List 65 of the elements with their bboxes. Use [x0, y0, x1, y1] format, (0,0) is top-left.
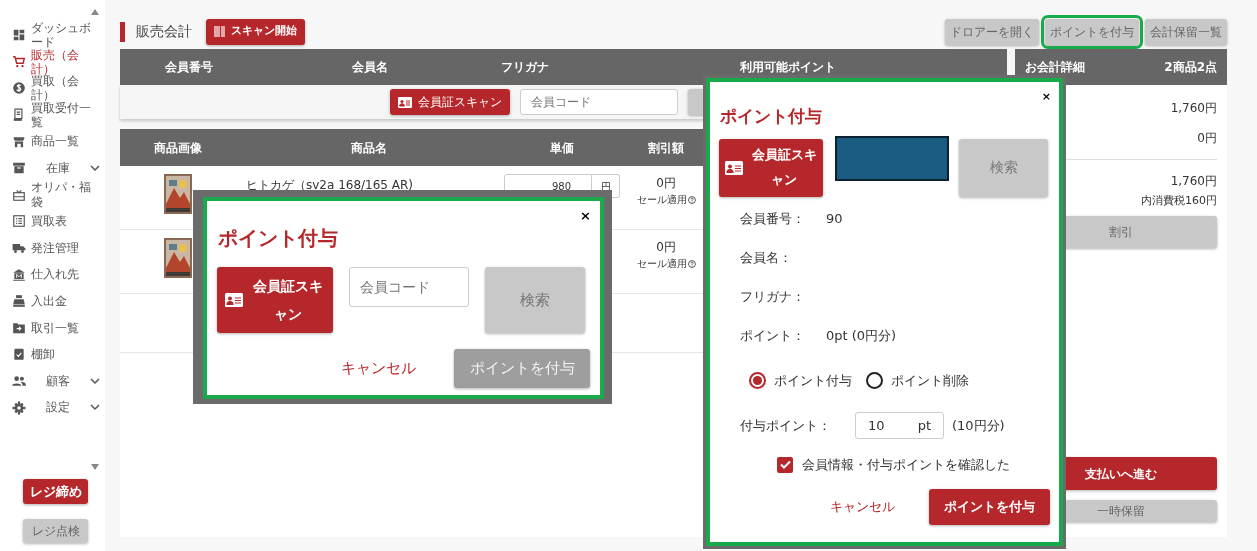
sidebar-item[interactable]: 販売（会計）: [0, 48, 100, 76]
page-title: 販売会計: [136, 22, 192, 41]
close-register-button[interactable]: レジ締め: [23, 479, 88, 504]
cancel-button[interactable]: キャンセル: [335, 356, 422, 381]
sidebar-item[interactable]: 棚卸: [0, 341, 100, 368]
radio-label: ポイント付与: [774, 371, 852, 390]
item-count: 2商品2点: [1164, 59, 1217, 76]
discount-amount: 0円: [656, 175, 676, 192]
sidebar-item[interactable]: 買取受付一覧: [0, 101, 100, 129]
field-label: 会員番号：: [740, 209, 806, 228]
points-note: (10円分): [952, 416, 1005, 435]
dialog-title: ポイント付与: [720, 105, 823, 128]
amount-value: 0円: [1196, 130, 1217, 147]
column-header: 単価: [549, 139, 575, 157]
total-value: 1,760円: [1169, 173, 1217, 190]
radio-label: ポイント削除: [891, 371, 969, 390]
search-button: 検索: [959, 138, 1048, 197]
scan-start-button[interactable]: スキャン開始: [206, 18, 305, 45]
grant-points-button[interactable]: ポイントを付与: [929, 488, 1050, 525]
cancel-button[interactable]: キャンセル: [824, 495, 901, 518]
field-label: ポイント：: [740, 326, 806, 345]
column-header: 会員番号: [164, 59, 214, 76]
discount-amount: 0円: [656, 239, 676, 256]
sidebar-item[interactable]: 取引一覧: [0, 314, 100, 342]
amount-value: 1,760円: [1169, 100, 1217, 117]
member-card-scan-button[interactable]: 会員証スキャン: [217, 267, 333, 333]
column-header: 割引額: [647, 139, 685, 157]
column-header: 会員名: [351, 59, 389, 76]
member-code-field[interactable]: 会員コード: [520, 89, 678, 115]
field-label: 会員名：: [740, 248, 793, 267]
points-field[interactable]: 10 pt: [855, 412, 944, 439]
sidebar-item[interactable]: ダッシュボード: [0, 22, 100, 49]
field-label: フリガナ：: [740, 287, 806, 306]
member-code-field[interactable]: 会員コード: [349, 267, 469, 307]
sale-note: セール適用: [636, 193, 687, 207]
member-card-scan-button[interactable]: 会員証スキャン: [719, 138, 823, 197]
column-header: 商品画像: [153, 139, 203, 157]
sidebar-item[interactable]: 設定: [0, 394, 100, 421]
checkbox-label: 会員情報・付与ポイントを確認した: [802, 456, 1010, 474]
column-header: 商品名: [350, 139, 388, 157]
sale-note: セール適用: [636, 257, 687, 271]
panel-title: お会計詳細: [1025, 59, 1085, 76]
search-button: 検索: [485, 267, 585, 333]
tax-note: 内消費税160円: [1140, 193, 1217, 209]
sidebar-item[interactable]: 発注管理: [0, 234, 100, 262]
sidebar-item[interactable]: オリパ・福袋: [0, 181, 100, 209]
dialog-title: ポイント付与: [218, 225, 339, 252]
toolbar-button[interactable]: 会計保留一覧: [1145, 18, 1227, 45]
column-header: 利用可能ポイント: [738, 59, 837, 76]
sidebar-item[interactable]: 商品一覧: [0, 128, 100, 155]
sidebar-item[interactable]: 買取（会計）: [0, 75, 100, 102]
toolbar-button[interactable]: ドロアーを開く: [945, 18, 1039, 45]
sidebar-item[interactable]: 仕入れ先: [0, 261, 100, 288]
close-button[interactable]: ×: [1041, 91, 1051, 102]
sidebar-item[interactable]: 入出金: [0, 287, 100, 315]
field-label: 付与ポイント：: [740, 416, 832, 435]
member-card-scan-button[interactable]: 会員証スキャン: [390, 89, 510, 115]
sidebar-item[interactable]: 買取表: [0, 208, 100, 235]
sidebar-item[interactable]: 在庫: [0, 154, 100, 182]
field-value: 0pt (0円分): [826, 326, 897, 345]
field-value: 90: [826, 209, 843, 228]
column-header: フリガナ: [500, 59, 550, 76]
close-button[interactable]: ×: [580, 209, 591, 222]
sidebar-item[interactable]: 顧客: [0, 367, 100, 395]
check-register-button[interactable]: レジ点検: [23, 519, 88, 543]
